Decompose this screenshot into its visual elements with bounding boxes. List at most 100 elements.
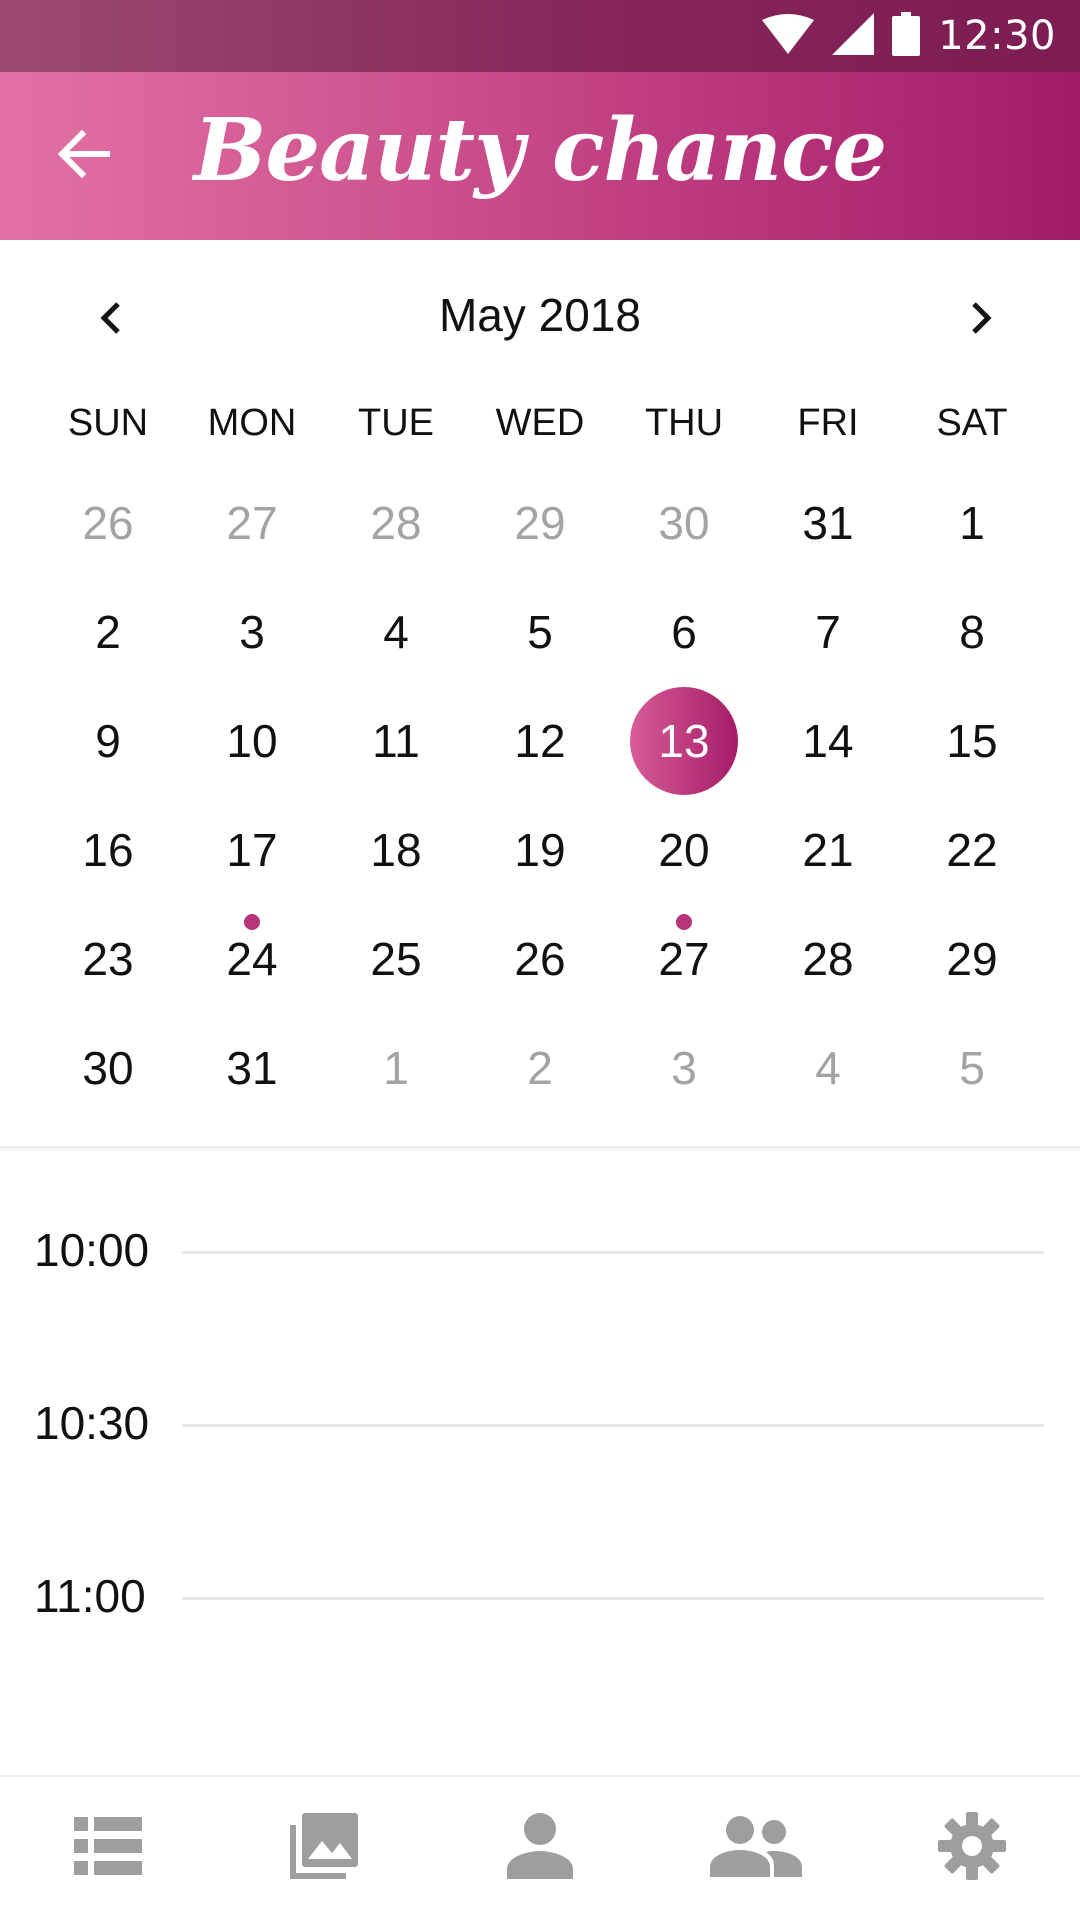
calendar-day[interactable]: 2	[36, 577, 180, 686]
calendar-day-number: 16	[82, 823, 134, 876]
calendar-day[interactable]: 22	[900, 795, 1044, 904]
time-label: 11:00	[34, 1570, 146, 1622]
status-icons: 12:30	[762, 0, 1056, 72]
list-icon	[74, 1817, 142, 1880]
calendar-day[interactable]: 21	[756, 795, 900, 904]
time-slot[interactable]: 10:00	[0, 1223, 1080, 1283]
calendar-day[interactable]: 8	[900, 577, 1044, 686]
calendar-day[interactable]: 3	[612, 1013, 756, 1122]
time-slot-divider	[182, 1424, 1044, 1427]
app-bar: Beauty chance	[0, 72, 1080, 240]
time-slot[interactable]: 11:00	[0, 1569, 1080, 1629]
calendar-day[interactable]: 5	[468, 577, 612, 686]
calendar-day-number: 23	[82, 932, 134, 985]
calendar-day[interactable]: 30	[36, 1013, 180, 1122]
time-slot-divider	[182, 1597, 1044, 1600]
calendar-day-number: 30	[658, 496, 710, 549]
calendar-day[interactable]: 31	[180, 1013, 324, 1122]
calendar-day[interactable]: 9	[36, 686, 180, 795]
calendar-day-number: 29	[514, 496, 566, 549]
time-label: 10:30	[34, 1397, 150, 1449]
calendar-day-number: 4	[383, 605, 409, 658]
calendar-day[interactable]: 23	[36, 904, 180, 1013]
calendar-day-number: 25	[370, 932, 422, 985]
battery-icon	[892, 11, 921, 61]
calendar-day-number: 26	[514, 932, 566, 985]
calendar-day-number: 31	[226, 1041, 278, 1094]
calendar-day[interactable]: 15	[900, 686, 1044, 795]
calendar-day[interactable]: 11	[324, 686, 468, 795]
calendar: May 2018 SUN MON TUE WED THU FRI SAT 26 2…	[0, 240, 1080, 1148]
calendar-day-selected[interactable]: 13	[612, 686, 756, 795]
calendar-day[interactable]: 18	[324, 795, 468, 904]
calendar-day[interactable]: 4	[324, 577, 468, 686]
calendar-day[interactable]: 1	[900, 468, 1044, 577]
calendar-day[interactable]: 12	[468, 686, 612, 795]
calendar-day-number: 28	[370, 496, 422, 549]
calendar-day[interactable]: 20	[612, 795, 756, 904]
weekday-label: SAT	[936, 402, 1008, 444]
calendar-day[interactable]: 26	[468, 904, 612, 1013]
calendar-day[interactable]: 24	[180, 904, 324, 1013]
calendar-day[interactable]: 3	[180, 577, 324, 686]
calendar-day-number: 5	[527, 605, 553, 658]
calendar-day-number: 24	[226, 932, 278, 985]
weekday-label: WED	[495, 402, 585, 444]
calendar-day-number: 27	[226, 496, 278, 549]
calendar-day[interactable]: 27	[612, 904, 756, 1013]
calendar-day-number: 28	[802, 932, 854, 985]
nav-gallery-button[interactable]	[216, 1777, 432, 1920]
calendar-day-number: 13	[658, 714, 710, 767]
calendar-day-number: 12	[514, 714, 566, 767]
calendar-day-number: 10	[226, 714, 278, 767]
calendar-day[interactable]: 5	[900, 1013, 1044, 1122]
calendar-day[interactable]: 2	[468, 1013, 612, 1122]
nav-list-button[interactable]	[0, 1777, 216, 1920]
calendar-day-number: 15	[946, 714, 998, 767]
calendar-day-number: 2	[95, 605, 121, 658]
time-slot[interactable]: 10:30	[0, 1396, 1080, 1456]
calendar-day[interactable]: 27	[180, 468, 324, 577]
calendar-day[interactable]: 25	[324, 904, 468, 1013]
wifi-icon	[762, 13, 815, 59]
event-indicator-dot	[676, 914, 692, 930]
calendar-day[interactable]: 31	[756, 468, 900, 577]
calendar-day[interactable]: 17	[180, 795, 324, 904]
calendar-day[interactable]: 29	[900, 904, 1044, 1013]
calendar-day[interactable]: 29	[468, 468, 612, 577]
calendar-day-number: 7	[815, 605, 841, 658]
nav-clients-button[interactable]	[648, 1777, 864, 1920]
calendar-day-number: 18	[370, 823, 422, 876]
calendar-day[interactable]: 7	[756, 577, 900, 686]
chevron-right-icon	[971, 301, 993, 340]
calendar-day[interactable]: 30	[612, 468, 756, 577]
calendar-day[interactable]: 19	[468, 795, 612, 904]
calendar-day[interactable]: 26	[36, 468, 180, 577]
calendar-day[interactable]: 16	[36, 795, 180, 904]
settings-icon	[938, 1812, 1006, 1885]
signal-icon	[832, 12, 875, 60]
next-month-button[interactable]	[942, 280, 1022, 360]
calendar-day[interactable]: 14	[756, 686, 900, 795]
calendar-day[interactable]: 1	[324, 1013, 468, 1122]
nav-settings-button[interactable]	[864, 1777, 1080, 1920]
weekday-label: TUE	[358, 402, 434, 444]
nav-profile-button[interactable]	[432, 1777, 648, 1920]
calendar-day-number: 31	[802, 496, 854, 549]
calendar-day-number: 20	[658, 823, 710, 876]
calendar-day-number: 1	[959, 496, 985, 549]
calendar-day[interactable]: 4	[756, 1013, 900, 1122]
calendar-day-number: 19	[514, 823, 566, 876]
app-title: Beauty chance	[193, 100, 888, 201]
calendar-day-number: 4	[815, 1041, 841, 1094]
weekday-label: THU	[644, 402, 724, 444]
month-label: May 2018	[438, 289, 641, 341]
calendar-day[interactable]: 28	[756, 904, 900, 1013]
event-indicator-dot	[244, 914, 260, 930]
calendar-days-grid: 26 27 28 29 30 31 1 2 3 4 5 6 7 8 9 10 11 12 13 14 15 16 17 18 1…	[36, 468, 1044, 1122]
calendar-day-number: 11	[372, 714, 420, 767]
calendar-day[interactable]: 28	[324, 468, 468, 577]
day-schedule: 10:00 10:30 11:00	[0, 1150, 1080, 1775]
calendar-day[interactable]: 10	[180, 686, 324, 795]
calendar-day[interactable]: 6	[612, 577, 756, 686]
